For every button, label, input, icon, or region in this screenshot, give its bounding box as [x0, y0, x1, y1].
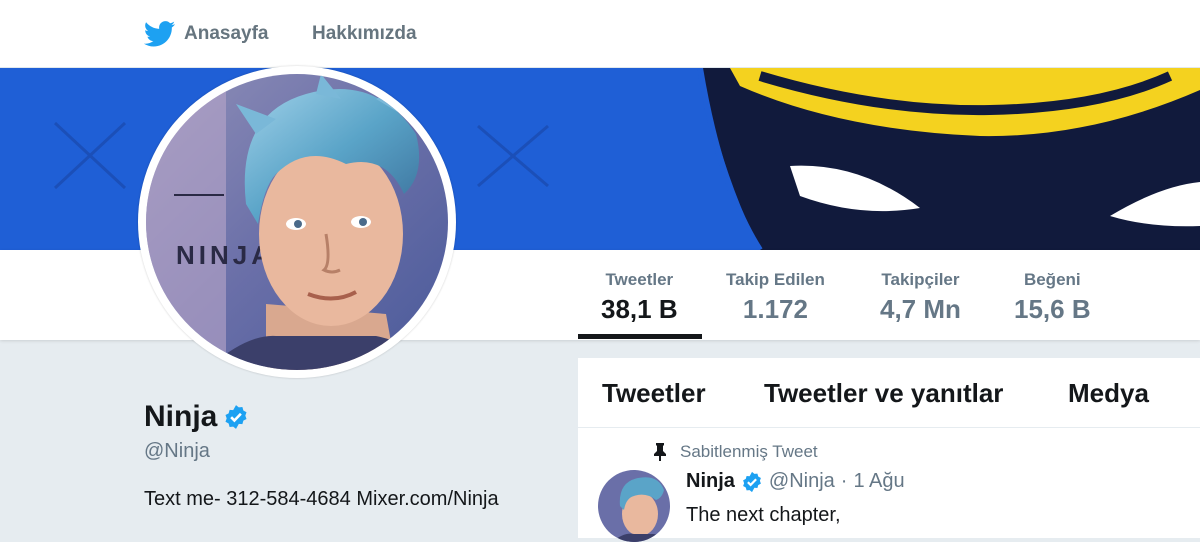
nav-about-label: Hakkımızda	[312, 23, 417, 44]
profile-handle: @Ninja	[144, 440, 210, 462]
tweet-text: The next chapter,	[686, 504, 841, 526]
nav-home-label: Anasayfa	[184, 23, 269, 44]
tweet-date[interactable]: 1 Ağu	[853, 470, 904, 493]
stat-value: 38,1 B	[601, 294, 678, 324]
stat-followers[interactable]: Takipçiler 4,7 Mn	[880, 270, 961, 325]
pinned-tweet-label: Sabitlenmiş Tweet	[652, 442, 818, 462]
stat-label: Tweetler	[605, 270, 674, 289]
active-stat-underline	[578, 334, 702, 339]
profile-name: Ninja	[144, 400, 249, 434]
stat-label: Takip Edilen	[726, 270, 825, 289]
nav-home-link[interactable]: Anasayfa	[144, 18, 269, 50]
pinned-label-text: Sabitlenmiş Tweet	[680, 442, 818, 461]
tweet-author-handle[interactable]: @Ninja	[769, 470, 835, 493]
twitter-bird-icon	[144, 21, 176, 47]
verified-badge-icon	[743, 471, 761, 492]
tweet-header: Ninja @Ninja · 1 Ağu	[686, 470, 905, 493]
stat-value: 4,7 Mn	[880, 294, 961, 324]
avatar-portrait: NINJA	[146, 74, 448, 370]
tweet-avatar-image	[598, 470, 670, 542]
nav-about-link[interactable]: Hakkımızda	[312, 18, 417, 50]
tweet-separator: ·	[840, 470, 848, 492]
stat-label: Takipçiler	[881, 270, 960, 289]
stat-value: 15,6 B	[1014, 294, 1091, 324]
tab-tweets[interactable]: Tweetler	[602, 378, 706, 409]
svg-text:NINJA: NINJA	[176, 240, 274, 270]
tweet-avatar[interactable]	[598, 470, 670, 542]
stat-likes[interactable]: Beğeni 15,6 B	[1014, 270, 1091, 325]
stat-following[interactable]: Takip Edilen 1.172	[726, 270, 825, 325]
stat-tweets[interactable]: Tweetler 38,1 B	[601, 270, 678, 325]
profile-name-text: Ninja	[144, 400, 218, 433]
stat-label: Beğeni	[1023, 270, 1081, 289]
profile-avatar[interactable]: NINJA	[138, 66, 456, 378]
timeline-panel: Tweetler Tweetler ve yanıtlar Medya Sabi…	[578, 358, 1200, 542]
timeline-tabs: Tweetler Tweetler ve yanıtlar Medya	[578, 358, 1200, 428]
top-navigation: Anasayfa Hakkımızda	[0, 0, 1200, 68]
tab-media[interactable]: Medya	[1068, 378, 1149, 409]
stat-value: 1.172	[742, 294, 808, 324]
verified-badge-icon	[225, 405, 247, 429]
pin-icon	[654, 443, 666, 461]
tweet-author-name[interactable]: Ninja	[686, 470, 735, 493]
profile-bio: Text me- 312-584-4684 Mixer.com/Ninja	[144, 488, 499, 510]
tab-tweets-and-replies[interactable]: Tweetler ve yanıtlar	[764, 378, 1003, 409]
